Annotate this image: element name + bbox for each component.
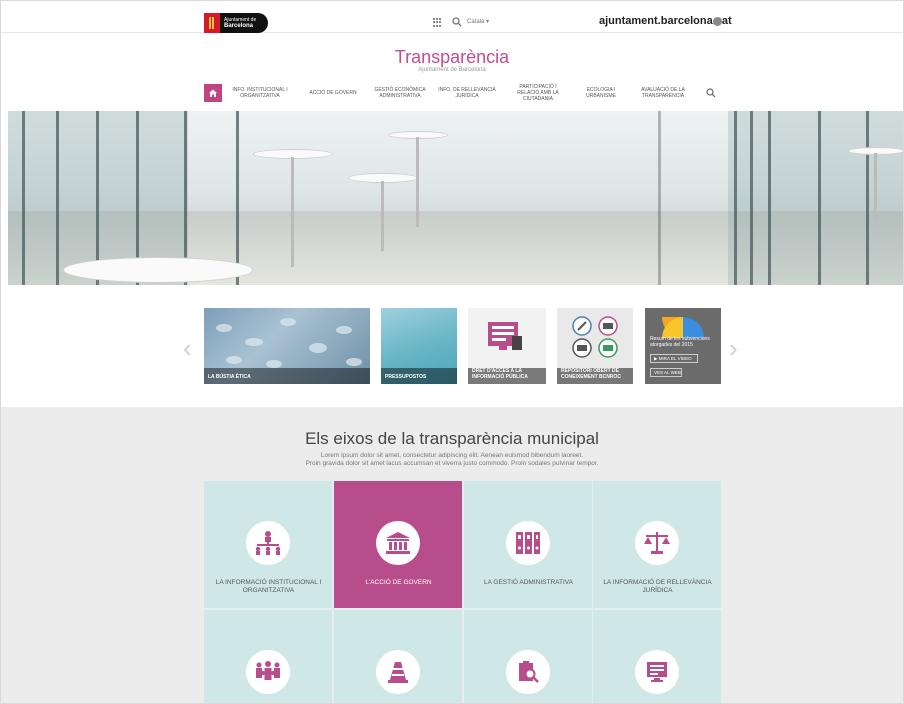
axis-tile-legal[interactable]: La informació de rellevància jurídica bbox=[593, 481, 722, 609]
carousel-tile-access[interactable]: Dret d'accés a la informació pública bbox=[468, 308, 546, 384]
external-link-icon[interactable] bbox=[713, 17, 722, 26]
axis-tile-participation[interactable] bbox=[204, 610, 333, 703]
go-to-web-button[interactable]: VES AL WEB bbox=[650, 368, 682, 377]
government-building-icon bbox=[386, 532, 410, 554]
axis-tile-institutional[interactable]: La informació institucional i organitzat… bbox=[204, 481, 333, 609]
tile-label: Pressupostos bbox=[385, 374, 427, 380]
apps-grid-icon[interactable] bbox=[433, 18, 442, 27]
people-icon bbox=[256, 661, 280, 680]
nav-item-government[interactable]: Acció de govern bbox=[298, 90, 368, 96]
nav-item-economic[interactable]: Gestió econòmica administrativa bbox=[368, 87, 432, 99]
monitor-icon bbox=[647, 662, 667, 682]
carousel-tile-budget[interactable]: Pressupostos bbox=[381, 308, 457, 384]
nav-item-participation[interactable]: Participació i relació amb la ciutadania bbox=[502, 84, 574, 102]
search-icon[interactable] bbox=[452, 17, 462, 27]
traffic-cone-icon bbox=[388, 662, 408, 683]
document-search-icon bbox=[519, 661, 539, 683]
carousel-tile-ethics[interactable]: La bústia ètica bbox=[204, 308, 370, 384]
axis-tile-label: La informació de rellevància jurídica bbox=[603, 579, 712, 594]
domain-link[interactable]: ajuntament.barcelona.cat bbox=[599, 15, 732, 27]
carousel-next-button[interactable]: › bbox=[729, 333, 738, 364]
carousel-tile-subsidies[interactable]: Resum de les subvencions atorgades del 2… bbox=[645, 308, 721, 384]
tile-label: Repositori obert de coneixement BCNROC bbox=[561, 368, 622, 380]
tile-label: Dret d'accés a la informació pública bbox=[472, 368, 528, 380]
nav-item-ecology[interactable]: Ecologia i urbanisme bbox=[574, 87, 628, 99]
binders-icon bbox=[516, 532, 540, 554]
nav-item-legal[interactable]: Info. de rellevància jurídica bbox=[432, 87, 502, 99]
axis-tile-transparency[interactable] bbox=[593, 610, 722, 703]
section-text: Lorem ipsum dolor sit amet, consectetur … bbox=[305, 452, 599, 467]
axis-tile-government[interactable]: L'acció de govern bbox=[334, 481, 463, 609]
nav-search-icon[interactable] bbox=[706, 88, 716, 98]
top-bar: Ajuntament de Barcelona Català ▾ ajuntam… bbox=[1, 1, 903, 33]
site-subtitle: Ajuntament de Barcelona bbox=[418, 67, 486, 73]
axis-tile-evaluation[interactable] bbox=[464, 610, 593, 703]
repository-icons bbox=[572, 316, 618, 358]
scales-icon bbox=[644, 532, 670, 554]
logo-line2: Barcelona bbox=[224, 23, 254, 29]
barcelona-logo[interactable]: Ajuntament de Barcelona bbox=[204, 13, 268, 33]
nav-item-institutional[interactable]: Info. institucional i organitzativa bbox=[222, 87, 298, 99]
home-icon bbox=[209, 89, 217, 97]
page: Ajuntament de Barcelona Català ▾ ajuntam… bbox=[0, 0, 904, 704]
site-title[interactable]: Transparència bbox=[1, 47, 903, 68]
carousel-prev-button[interactable]: ‹ bbox=[183, 333, 192, 364]
home-button[interactable] bbox=[204, 84, 222, 102]
section-title: Els eixos de la transparència municipal bbox=[305, 429, 599, 448]
play-icon: ▶ bbox=[654, 356, 658, 361]
org-chart-icon bbox=[255, 531, 281, 555]
nav-item-evaluation[interactable]: Avaluació de la transparència bbox=[628, 87, 698, 99]
watch-video-button[interactable]: ▶ MIRA EL VÍDEO bbox=[650, 354, 698, 363]
axis-tile-administrative[interactable]: La gestió administrativa bbox=[464, 481, 593, 609]
barcelona-flag-icon bbox=[204, 13, 220, 33]
axis-tile-label: L'acció de govern bbox=[365, 579, 432, 586]
language-select[interactable]: Català ▾ bbox=[467, 18, 489, 25]
main-nav: Info. institucional i organitzativa Acci… bbox=[204, 82, 744, 104]
tile-label: La bústia ètica bbox=[208, 374, 251, 380]
subsidies-text: Resum de les subvencions atorgades del 2… bbox=[650, 336, 710, 348]
hero-image bbox=[8, 111, 903, 285]
carousel-tile-repository[interactable]: Repositori obert de coneixement BCNROC bbox=[557, 308, 633, 384]
form-screen-icon bbox=[488, 322, 522, 350]
pie-chart-icon bbox=[662, 317, 704, 338]
axis-tile-urbanism[interactable] bbox=[334, 610, 463, 703]
axis-tile-label: La gestió administrativa bbox=[484, 579, 573, 586]
axis-tile-label: La informació institucional i organitzat… bbox=[215, 579, 322, 594]
